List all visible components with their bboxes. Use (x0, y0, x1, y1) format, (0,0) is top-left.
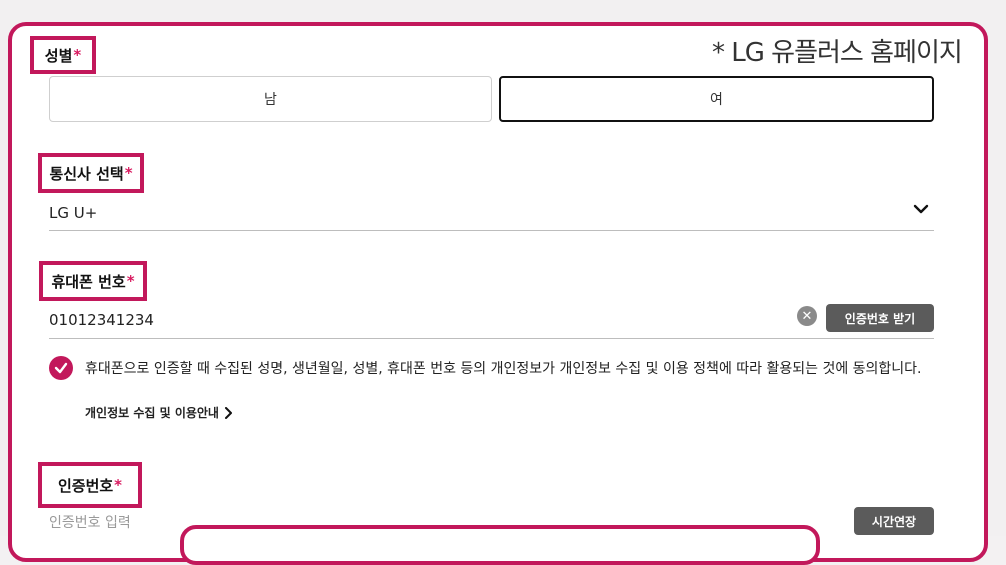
auth-code-label: 인증번호 * (38, 462, 142, 508)
auth-code-input[interactable]: 인증번호 입력 (49, 512, 131, 532)
required-mark: * (124, 164, 133, 182)
auth-code-label-text: 인증번호 (57, 476, 114, 495)
chevron-down-icon (913, 204, 929, 214)
request-code-button[interactable]: 인증번호 받기 (826, 304, 934, 332)
carrier-label: 통신사 선택 * (38, 153, 144, 193)
carrier-label-text: 통신사 선택 (49, 164, 124, 183)
gender-label: 성별 * (30, 36, 96, 74)
required-mark: * (114, 476, 123, 494)
phone-label-text: 휴대폰 번호 (51, 272, 126, 291)
bottom-highlight-box (180, 525, 820, 565)
privacy-policy-link[interactable]: 개인정보 수집 및 이용안내 (85, 404, 232, 421)
gender-label-text: 성별 (44, 46, 73, 65)
consent-checkbox[interactable] (49, 356, 73, 380)
privacy-link-text: 개인정보 수집 및 이용안내 (85, 406, 219, 420)
chevron-right-icon (224, 406, 232, 419)
required-mark: * (73, 46, 82, 64)
phone-label: 휴대폰 번호 * (39, 261, 147, 301)
gender-option-female[interactable]: 여 (499, 76, 934, 122)
carrier-select[interactable]: LG U+ (49, 196, 934, 231)
clear-icon[interactable]: ✕ (797, 306, 817, 326)
extend-time-button[interactable]: 시간연장 (854, 507, 934, 535)
check-icon (54, 362, 68, 374)
watermark-label: * LG 유플러스 홈페이지 (712, 38, 963, 68)
phone-value: 01012341234 (49, 311, 154, 329)
required-mark: * (126, 272, 135, 290)
carrier-value: LG U+ (49, 204, 98, 222)
consent-text: 휴대폰으로 인증할 때 수집된 성명, 생년월일, 성별, 휴대폰 번호 등의 … (85, 361, 922, 377)
gender-option-male[interactable]: 남 (49, 76, 492, 122)
